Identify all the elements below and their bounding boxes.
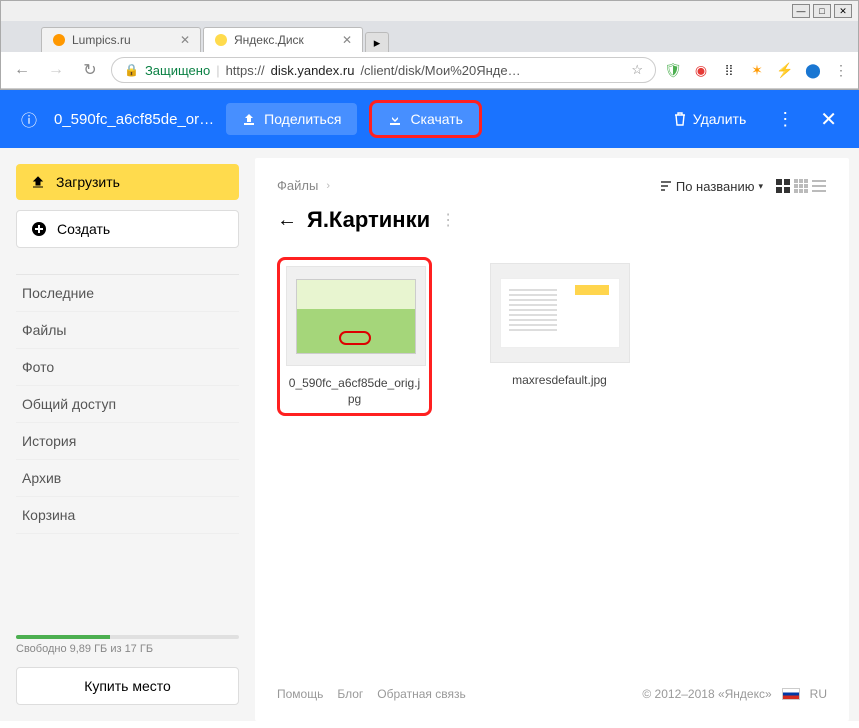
share-label: Поделиться (264, 111, 341, 127)
sidebar-item-files[interactable]: Файлы (16, 312, 239, 349)
file-thumbnail (490, 263, 630, 363)
folder-header: ← Я.Картинки ⋮ (277, 207, 827, 233)
upload-icon (30, 174, 46, 190)
back-arrow-icon[interactable]: ← (277, 209, 297, 232)
new-tab-button[interactable]: ▸ (365, 32, 389, 52)
nav-back[interactable]: ← (9, 57, 35, 83)
window-close[interactable]: ✕ (834, 4, 852, 18)
tab-strip: Lumpics.ru ✕ Яндекс.Диск ✕ ▸ (1, 21, 858, 52)
storage-text: Свободно 9,89 ГБ из 17 ГБ (16, 643, 239, 655)
main-panel: Файлы › По названию ▾ ← Я.Картинки ⋮ 0_ (255, 158, 849, 721)
nav-reload[interactable]: ↻ (77, 57, 103, 83)
flag-ru-icon[interactable] (782, 688, 800, 700)
delete-button[interactable]: Удалить (663, 105, 756, 133)
ext-tool-icon[interactable]: ✶ (748, 61, 766, 79)
upload-button[interactable]: Загрузить (16, 164, 239, 200)
download-icon (388, 112, 402, 126)
window-minimize[interactable]: — (792, 4, 810, 18)
browser-tab[interactable]: Lumpics.ru ✕ (41, 27, 201, 52)
sidebar: Загрузить Создать Последние Файлы Фото О… (0, 148, 255, 721)
ext-bolt-icon[interactable]: ⚡ (776, 61, 794, 79)
url-path: /client/disk/Мои%20Янде… (360, 63, 520, 78)
lock-icon: 🔒 (124, 63, 139, 77)
chevron-down-icon: ▾ (758, 181, 763, 192)
sidebar-item-shared[interactable]: Общий доступ (16, 386, 239, 423)
plus-circle-icon (31, 221, 47, 237)
address-field[interactable]: 🔒 Защищено | https://disk.yandex.ru/clie… (111, 57, 656, 83)
footer-feedback[interactable]: Обратная связь (377, 687, 465, 701)
view-toggle (775, 178, 827, 194)
chevron-right-icon: › (326, 180, 330, 192)
extension-icons: 🛡 ◉ ⁞⁞ ✶ ⚡ ⬤ ⋮ (664, 61, 850, 79)
sidebar-item-history[interactable]: История (16, 423, 239, 460)
buy-storage-button[interactable]: Купить место (16, 667, 239, 705)
share-button[interactable]: Поделиться (226, 103, 357, 135)
browser-tab-active[interactable]: Яндекс.Диск ✕ (203, 27, 363, 52)
trash-icon (673, 112, 687, 126)
tab-close-icon[interactable]: ✕ (180, 33, 190, 47)
folder-title: Я.Картинки (307, 207, 430, 233)
footer: Помощь Блог Обратная связь © 2012–2018 «… (277, 667, 827, 701)
footer-copyright: © 2012–2018 «Яндекс» (642, 687, 771, 701)
close-selection-icon[interactable]: ✕ (814, 107, 843, 132)
info-icon[interactable]: ⓘ (16, 107, 42, 131)
create-button[interactable]: Создать (16, 210, 239, 248)
download-button[interactable]: Скачать (369, 100, 482, 138)
favicon-icon (214, 33, 228, 47)
favicon-icon (52, 33, 66, 47)
share-icon (242, 112, 256, 126)
ext-blue-icon[interactable]: ⬤ (804, 61, 822, 79)
ext-shield-icon[interactable]: 🛡 (664, 61, 682, 79)
list-toolbar: По названию ▾ (660, 178, 827, 194)
view-small-grid-icon[interactable] (793, 178, 809, 194)
star-icon[interactable]: ☆ (631, 62, 643, 78)
tab-close-icon[interactable]: ✕ (342, 33, 352, 47)
sort-button[interactable]: По названию ▾ (660, 179, 763, 194)
address-bar: ← → ↻ 🔒 Защищено | https://disk.yandex.r… (1, 52, 858, 89)
view-large-grid-icon[interactable] (775, 178, 791, 194)
window-maximize[interactable]: □ (813, 4, 831, 18)
view-list-icon[interactable] (811, 178, 827, 194)
download-label: Скачать (410, 111, 463, 127)
sidebar-nav: Последние Файлы Фото Общий доступ Истори… (16, 274, 239, 534)
window-controls: — □ ✕ (1, 1, 858, 21)
file-name-label: 0_590fc_a6cf85de_orig.jpg (286, 376, 423, 407)
create-label: Создать (57, 221, 110, 237)
file-grid: 0_590fc_a6cf85de_orig.jpg maxresdefault.… (277, 257, 827, 416)
selected-file-name: 0_590fc_a6cf85de_or… (54, 111, 214, 128)
breadcrumb-root[interactable]: Файлы (277, 178, 318, 193)
url-host: disk.yandex.ru (271, 63, 355, 78)
storage-fill (16, 635, 110, 639)
nav-forward[interactable]: → (43, 57, 69, 83)
sidebar-item-trash[interactable]: Корзина (16, 497, 239, 534)
browser-menu-icon[interactable]: ⋮ (832, 61, 850, 79)
ext-dots-icon[interactable]: ⁞⁞ (720, 61, 738, 79)
sidebar-item-archive[interactable]: Архив (16, 460, 239, 497)
more-icon[interactable]: ⋮ (768, 109, 802, 130)
secure-label: Защищено (145, 63, 210, 78)
file-name-label: maxresdefault.jpg (488, 373, 631, 389)
storage-bar (16, 635, 239, 639)
footer-help[interactable]: Помощь (277, 687, 323, 701)
sidebar-item-recent[interactable]: Последние (16, 275, 239, 312)
ext-red-icon[interactable]: ◉ (692, 61, 710, 79)
footer-blog[interactable]: Блог (337, 687, 363, 701)
storage-indicator: Свободно 9,89 ГБ из 17 ГБ Купить место (16, 635, 239, 705)
footer-lang[interactable]: RU (810, 687, 827, 701)
selection-action-bar: ⓘ 0_590fc_a6cf85de_or… Поделиться Скачат… (0, 90, 859, 148)
upload-label: Загрузить (56, 174, 120, 190)
file-thumbnail (286, 266, 426, 366)
sort-icon (660, 180, 672, 192)
tab-title: Lumpics.ru (72, 33, 131, 47)
sidebar-item-photo[interactable]: Фото (16, 349, 239, 386)
folder-more-icon[interactable]: ⋮ (440, 210, 456, 230)
url-prefix: https:// (226, 63, 265, 78)
file-card-selected[interactable]: 0_590fc_a6cf85de_orig.jpg (277, 257, 432, 416)
tab-title: Яндекс.Диск (234, 33, 304, 47)
file-card[interactable]: maxresdefault.jpg (482, 257, 637, 416)
sort-label: По названию (676, 179, 755, 194)
delete-label: Удалить (693, 111, 746, 127)
